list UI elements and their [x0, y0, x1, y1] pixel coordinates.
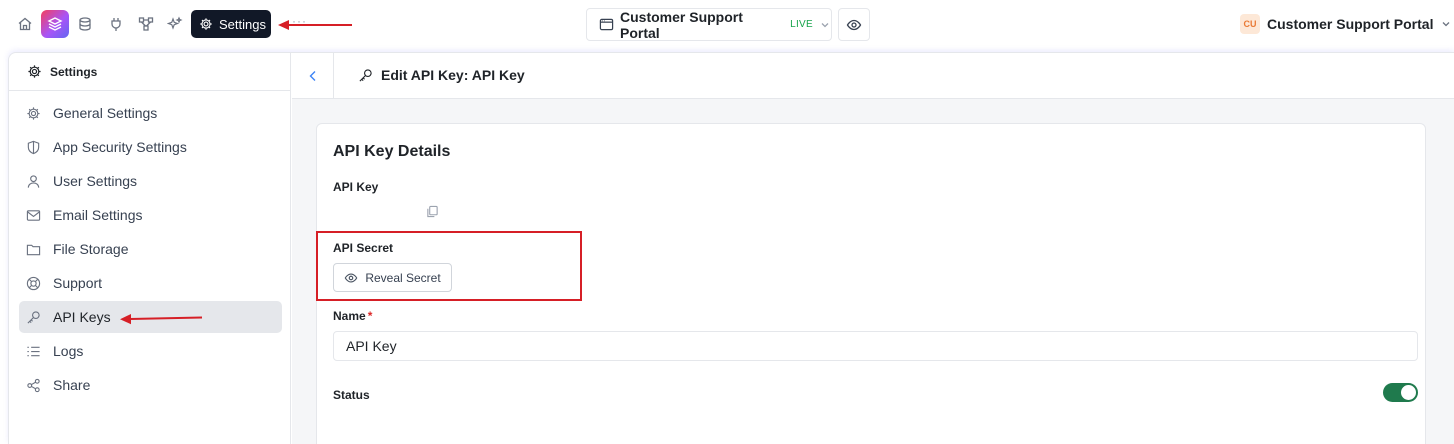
org-avatar: CU	[1240, 14, 1260, 34]
mail-icon	[25, 207, 41, 223]
toggle-knob	[1401, 385, 1416, 400]
sidebar-item-email-settings[interactable]: Email Settings	[19, 199, 282, 231]
name-label-text: Name	[333, 309, 366, 323]
app-selector[interactable]: Customer Support Portal LIVE	[586, 8, 832, 41]
annotation-arrow-icon	[120, 314, 203, 325]
annotation-arrow-icon	[278, 20, 352, 30]
sidebar-item-label: Email Settings	[53, 207, 143, 223]
chevron-down-icon	[1440, 18, 1452, 30]
live-badge: LIVE	[790, 19, 813, 30]
app-name: Customer Support Portal	[620, 8, 743, 41]
required-marker: *	[367, 309, 373, 323]
sidebar-item-support[interactable]: Support	[19, 267, 282, 299]
card-title: API Key Details	[333, 143, 451, 160]
org-selector[interactable]: CU Customer Support Portal	[1240, 14, 1452, 34]
gear-icon	[199, 17, 213, 31]
highlight-box	[316, 231, 582, 301]
sidebar-item-label: Support	[53, 275, 103, 291]
sidebar-title: Settings	[50, 64, 98, 79]
share-icon	[25, 377, 41, 393]
page-title-text: Edit API Key: API Key	[381, 67, 525, 83]
page-title: Edit API Key: API Key	[358, 67, 525, 83]
home-icon[interactable]	[13, 12, 37, 36]
status-toggle[interactable]	[1383, 383, 1418, 402]
sidebar-item-label: General Settings	[53, 105, 158, 121]
back-button[interactable]	[292, 53, 334, 99]
sidebar-item-app-security-settings[interactable]: App Security Settings	[19, 131, 282, 163]
org-name: Customer Support Portal	[1267, 16, 1434, 32]
api-key-label: API Key	[333, 180, 379, 194]
sidebar-item-label: File Storage	[53, 241, 129, 257]
sidebar-item-label: API Keys	[53, 309, 111, 325]
key-icon	[358, 68, 373, 83]
settings-nav-button[interactable]: Settings	[191, 10, 271, 38]
copy-icon[interactable]	[426, 205, 439, 218]
shield-icon	[25, 139, 41, 155]
gear-icon	[27, 64, 42, 79]
list-icon	[25, 343, 41, 359]
app-builder-logo-icon[interactable]	[41, 10, 69, 38]
sidebar-item-general-settings[interactable]: General Settings	[19, 97, 282, 129]
sidebar-item-user-settings[interactable]: User Settings	[19, 165, 282, 197]
settings-sidebar: Settings General Settings App Security S…	[9, 53, 291, 444]
sparkles-icon[interactable]	[163, 12, 187, 36]
settings-nav-label: Settings	[219, 16, 266, 32]
page-header: Edit API Key: API Key	[292, 53, 1454, 99]
plug-icon[interactable]	[104, 12, 128, 36]
sidebar-item-label: Share	[53, 377, 91, 393]
gear-icon	[25, 105, 41, 121]
status-label: Status	[333, 388, 370, 402]
chevron-left-icon	[306, 69, 320, 83]
eye-icon	[846, 17, 862, 33]
sidebar-item-label: User Settings	[53, 173, 138, 189]
sidebar-header: Settings	[9, 53, 290, 91]
sidebar-item-file-storage[interactable]: File Storage	[19, 233, 282, 265]
database-icon[interactable]	[73, 12, 97, 36]
sidebar-item-label: App Security Settings	[53, 139, 187, 155]
key-icon	[25, 309, 41, 325]
name-label: Name *	[333, 309, 372, 323]
folder-icon	[25, 241, 41, 257]
name-input[interactable]	[333, 331, 1418, 361]
sidebar-item-label: Logs	[53, 343, 84, 359]
top-bar: Settings ··· Customer Support Portal LIV…	[0, 0, 1454, 50]
workflow-icon[interactable]	[134, 12, 158, 36]
user-icon	[25, 173, 41, 189]
preview-button[interactable]	[838, 8, 870, 41]
sidebar-item-share[interactable]: Share	[19, 369, 282, 401]
browser-window-icon	[599, 17, 614, 32]
lifebuoy-icon	[25, 275, 41, 291]
chevron-down-icon	[819, 19, 831, 31]
sidebar-item-logs[interactable]: Logs	[19, 335, 282, 367]
